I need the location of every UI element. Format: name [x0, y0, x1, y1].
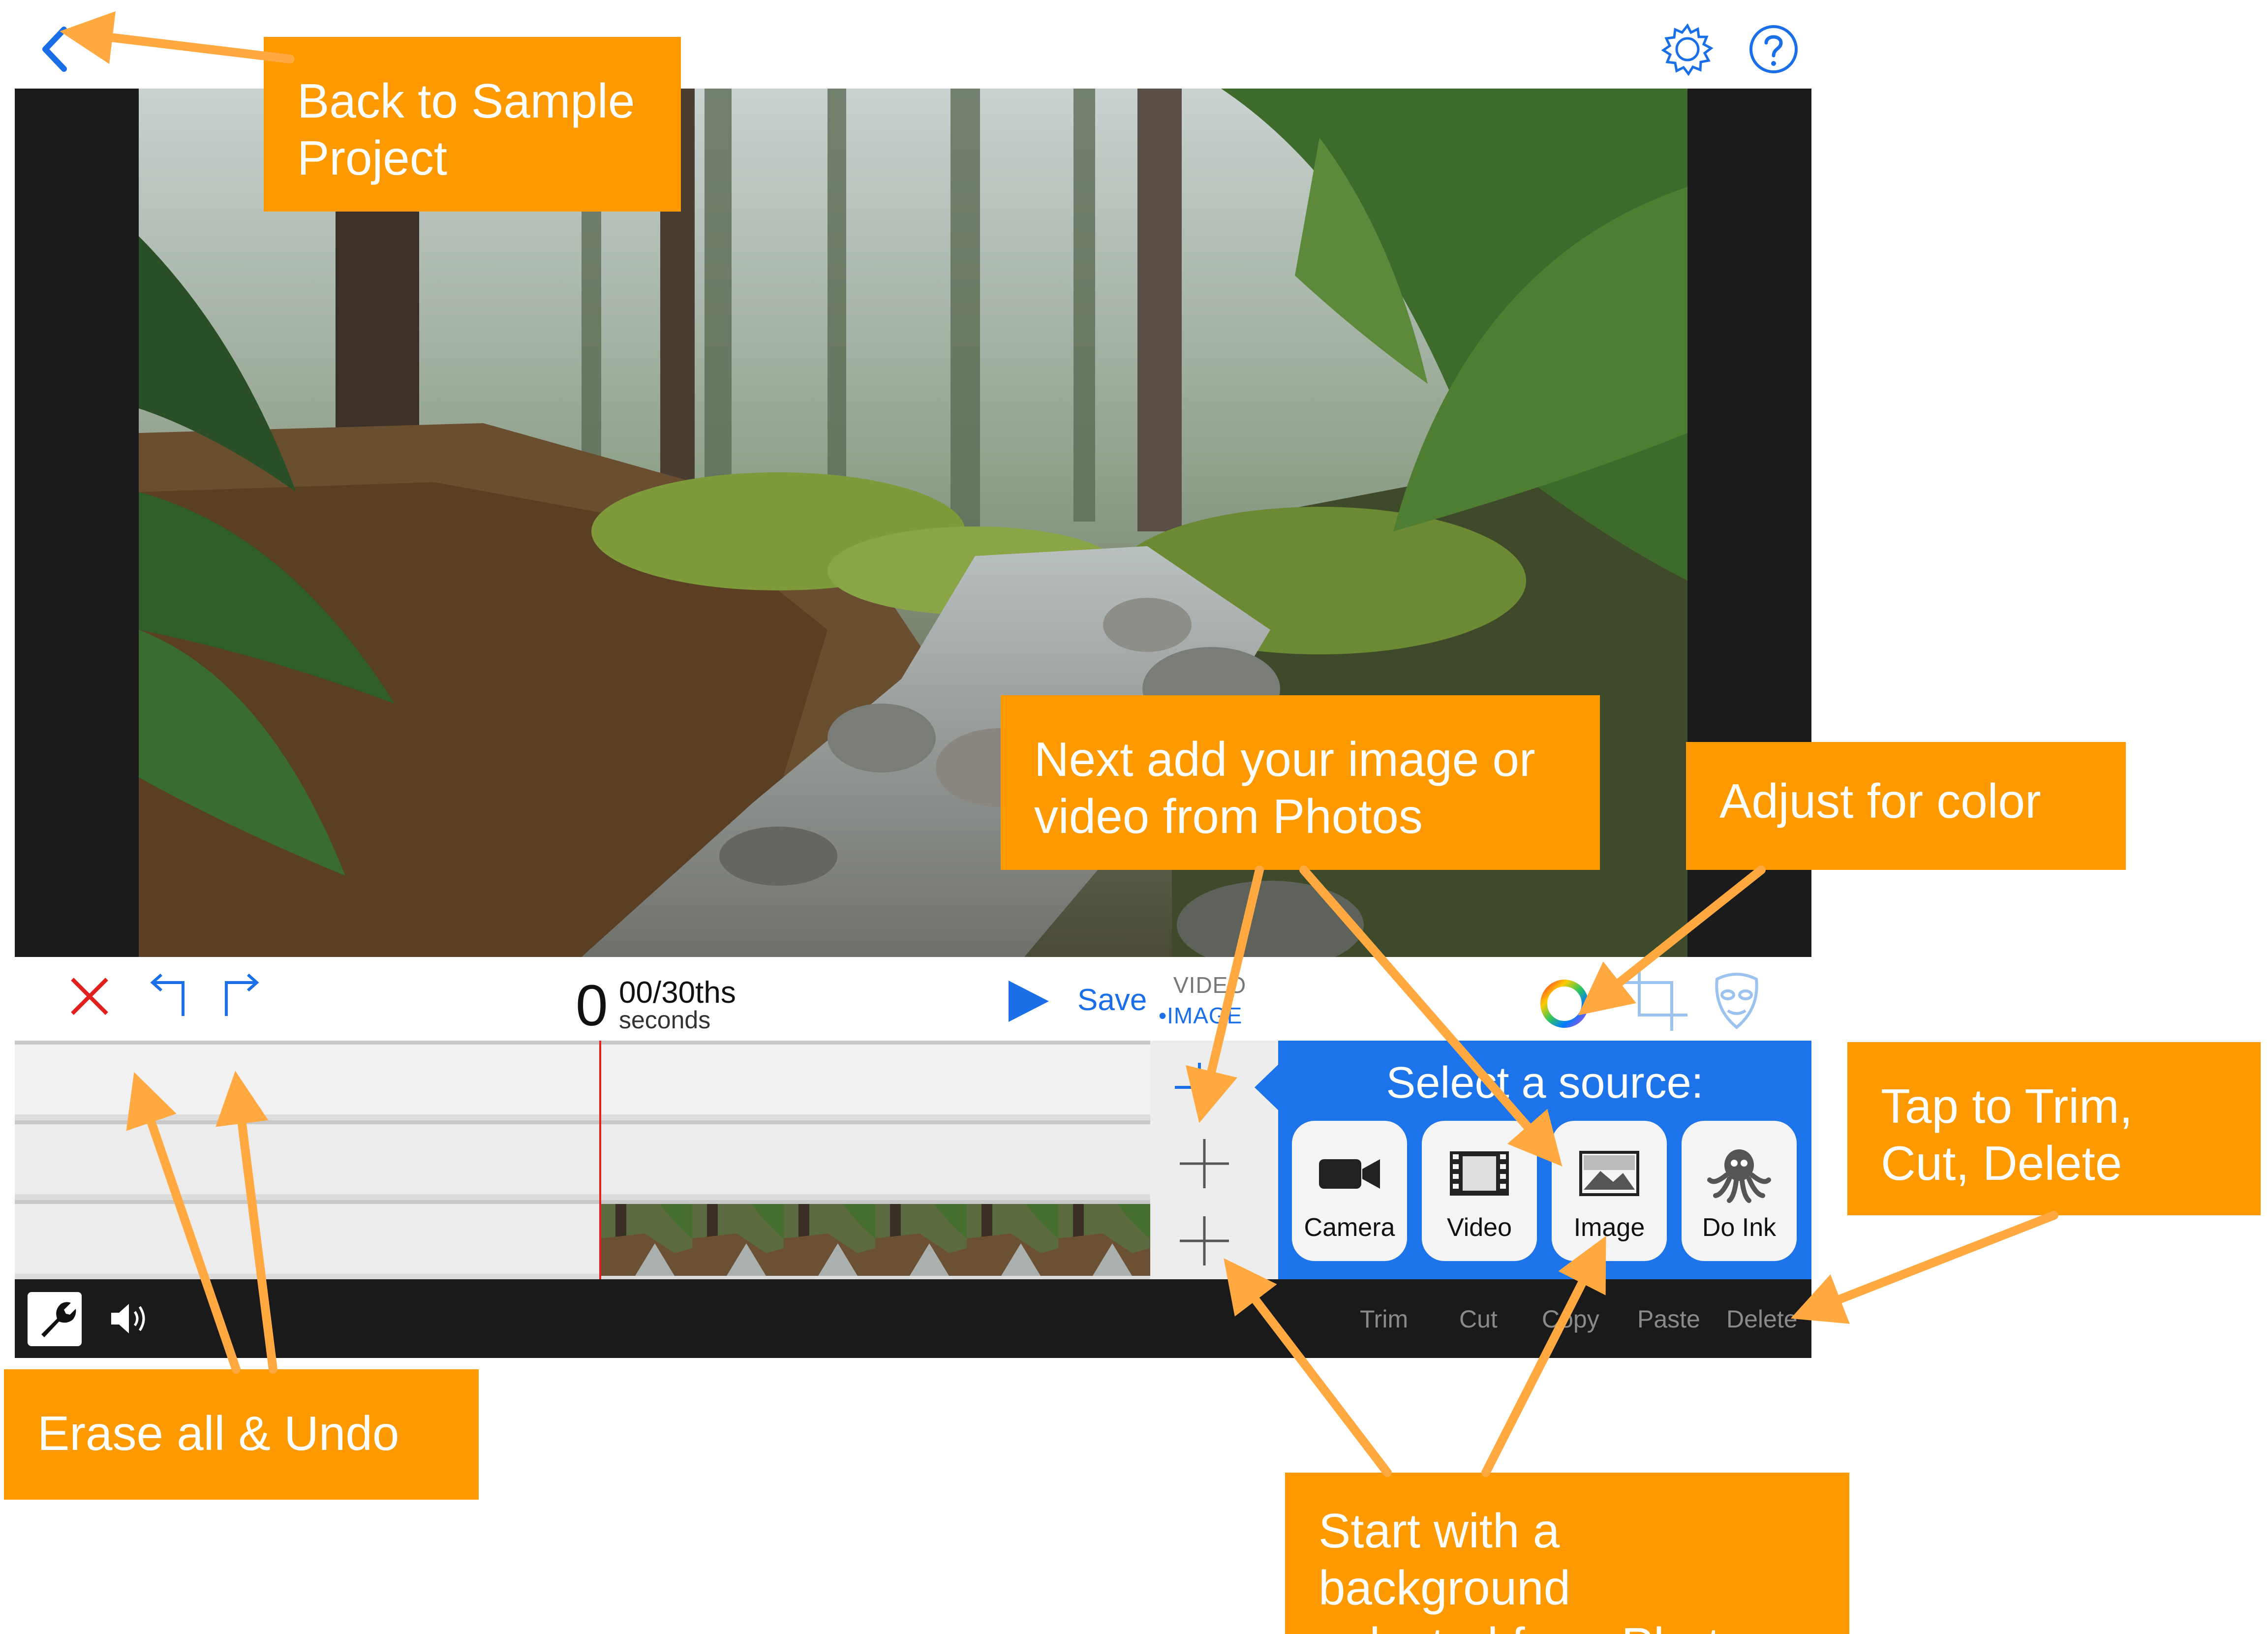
time-fraction: 00/30ths — [619, 976, 736, 1010]
add-layer-2-button[interactable] — [1177, 1137, 1231, 1191]
camera-icon — [1319, 1159, 1380, 1189]
redo-arrow-icon — [225, 973, 259, 1016]
clip-frame — [784, 1204, 875, 1276]
mask-button[interactable] — [1707, 969, 1766, 1033]
callout-line: selected from Photos — [1318, 1616, 1815, 1634]
back-button[interactable] — [34, 20, 74, 79]
background-clip-thumbnails[interactable] — [601, 1204, 1150, 1276]
add-layer-1-button[interactable] — [1172, 1060, 1226, 1114]
undo-button[interactable] — [144, 972, 193, 1021]
callout-line: Back to Sample — [297, 74, 635, 128]
volume-button[interactable] — [108, 1299, 153, 1338]
arrow-back — [60, 11, 295, 64]
timeline-track[interactable] — [15, 1041, 1150, 1114]
callout-line: Start with a background — [1318, 1504, 1571, 1615]
mode-video-option[interactable]: VIDEO — [1173, 972, 1246, 998]
clip-frame — [875, 1204, 967, 1276]
play-icon — [1009, 981, 1049, 1022]
mode-image-option[interactable]: •IMAGE — [1159, 1002, 1242, 1029]
source-label: Camera — [1304, 1213, 1395, 1242]
copy-button[interactable]: Copy — [1542, 1305, 1599, 1333]
plus-icon — [1180, 1139, 1229, 1188]
arrow-tap-trim — [1790, 1211, 2058, 1324]
time-unit: seconds — [619, 1006, 711, 1034]
color-wheel-icon — [1540, 980, 1589, 1028]
clip-frame — [601, 1204, 692, 1276]
mask-icon — [1715, 973, 1758, 1029]
crop-button[interactable] — [1624, 967, 1687, 1031]
callout-erase-undo: Erase all & Undo — [4, 1369, 479, 1500]
x-icon — [71, 978, 108, 1015]
plus-icon — [1175, 1063, 1224, 1112]
question-icon — [1749, 25, 1798, 73]
callout-line: Adjust for color — [1719, 774, 2041, 828]
cut-button[interactable]: Cut — [1459, 1305, 1498, 1333]
crop-icon — [1624, 967, 1687, 1031]
source-camera-button[interactable]: Camera — [1292, 1121, 1407, 1261]
erase-all-button[interactable] — [65, 972, 114, 1021]
clip-frame — [692, 1204, 784, 1276]
callout-start-background: Start with a background selected from Ph… — [1285, 1473, 1849, 1634]
clip-frame — [1058, 1204, 1150, 1276]
callout-line: Project — [297, 131, 448, 185]
plus-icon — [1180, 1216, 1229, 1265]
source-image-button[interactable]: Image — [1552, 1121, 1667, 1261]
clip-frame — [967, 1204, 1058, 1276]
callout-line: Tap to Trim, — [1881, 1079, 2133, 1133]
gear-icon — [1661, 23, 1714, 76]
source-label: Video — [1446, 1213, 1512, 1242]
callout-line: video from Photos — [1034, 789, 1423, 843]
trim-button[interactable]: Trim — [1360, 1305, 1408, 1333]
callout-back: Back to Sample Project — [264, 37, 681, 212]
film-icon — [1450, 1151, 1509, 1196]
help-button[interactable] — [1747, 22, 1801, 76]
playhead[interactable] — [599, 1041, 601, 1279]
callout-line: Erase all & Undo — [37, 1406, 399, 1460]
color-adjust-button[interactable] — [1535, 974, 1594, 1033]
settings-button[interactable] — [1658, 20, 1717, 79]
callout-tap-trim: Tap to Trim, Cut, Delete — [1847, 1042, 2261, 1215]
callout-adjust-color: Adjust for color — [1686, 742, 2126, 870]
octopus-icon — [1707, 1149, 1771, 1203]
save-button[interactable]: Save — [1077, 983, 1147, 1017]
chevron-left-icon — [42, 27, 67, 72]
callout-line: Next add your image or — [1034, 732, 1535, 786]
add-layer-3-button[interactable] — [1177, 1214, 1231, 1268]
source-label: Do Ink — [1702, 1213, 1777, 1242]
source-label: Image — [1573, 1213, 1645, 1242]
callout-next-add: Next add your image or video from Photos — [1001, 695, 1600, 870]
paste-button[interactable]: Paste — [1637, 1305, 1700, 1333]
timeline-track[interactable] — [15, 1120, 1150, 1194]
redo-button[interactable] — [216, 972, 266, 1021]
tools-button[interactable] — [28, 1292, 82, 1346]
undo-arrow-icon — [150, 973, 184, 1016]
callout-line: Cut, Delete — [1881, 1136, 2122, 1190]
delete-button[interactable]: Delete — [1726, 1305, 1798, 1333]
source-panel-pointer — [1255, 1063, 1280, 1112]
time-value: 0 — [576, 973, 608, 1038]
play-button[interactable] — [1004, 977, 1053, 1026]
editor-toolbar: 0 00/30ths seconds Save VIDEO •IMAGE — [15, 957, 1811, 1041]
speaker-icon — [111, 1304, 145, 1333]
source-panel-title: Select a source: — [1386, 1058, 1704, 1108]
source-video-button[interactable]: Video — [1422, 1121, 1537, 1261]
image-icon — [1579, 1151, 1639, 1196]
source-doink-button[interactable]: Do Ink — [1682, 1121, 1797, 1261]
